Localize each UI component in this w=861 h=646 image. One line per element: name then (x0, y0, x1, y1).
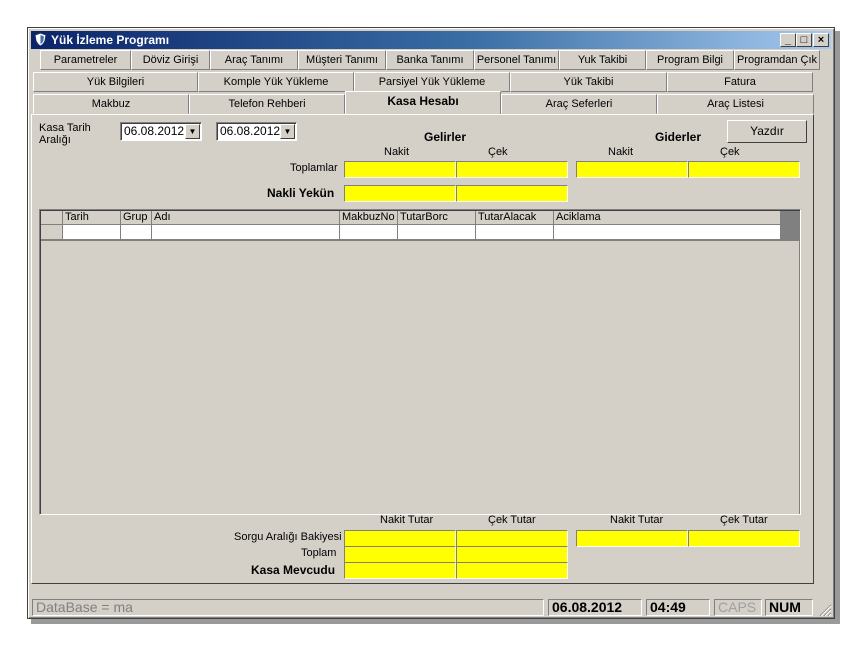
grid-corner (41, 211, 63, 225)
status-caps: CAPS (714, 599, 762, 616)
close-icon: × (817, 34, 825, 46)
window-shadow-bottom (31, 619, 840, 624)
tab-row1-0[interactable]: Yük Bilgileri (33, 72, 198, 92)
income-header: Gelirler (424, 130, 467, 144)
transactions-grid[interactable]: Tarih Grup Adı MakbuzNo TutarBorc TutarA… (39, 209, 801, 515)
grid-header-tutaralacak[interactable]: TutarAlacak (476, 211, 554, 225)
table-cell[interactable] (121, 225, 152, 240)
table-cell[interactable] (63, 225, 121, 240)
tab-row2-2[interactable]: Kasa Hesabı (345, 91, 501, 114)
footer-income-cash-label: Nakit Tutar (380, 514, 434, 526)
table-cell[interactable] (152, 225, 340, 240)
row-indicator[interactable] (41, 225, 63, 240)
period-expense-cash-field[interactable] (576, 530, 688, 547)
expense-header: Giderler (655, 130, 702, 144)
menu-button-4[interactable]: Banka Tanımı (386, 50, 474, 70)
table-cell[interactable] (554, 225, 781, 240)
cash-on-hand-check-field[interactable] (456, 562, 568, 579)
footer-expense-cash-label: Nakit Tutar (610, 514, 664, 526)
maximize-icon: □ (800, 34, 808, 46)
tab-row1-3[interactable]: Yük Takibi (510, 72, 667, 92)
tab-row2-1[interactable]: Telefon Rehberi (189, 94, 345, 114)
period-income-cash-field[interactable] (344, 530, 456, 547)
minimize-button[interactable]: _ (780, 33, 796, 47)
minimize-icon: _ (784, 34, 792, 46)
table-cell[interactable] (476, 225, 554, 240)
expense-cash-label: Nakit (608, 146, 634, 158)
tab-row1-4[interactable]: Fatura (667, 72, 813, 92)
carry-forward-label: Nakli Yekün (267, 186, 335, 200)
total-label: Toplam (301, 547, 337, 559)
menu-button-8[interactable]: Programdan Çık (734, 50, 820, 70)
period-expense-check-field[interactable] (688, 530, 800, 547)
total-cash-field[interactable] (344, 546, 456, 563)
period-balance-label: Sorgu Aralığı Bakiyesi (234, 531, 342, 543)
table-cell[interactable] (398, 225, 476, 240)
tab-row1-1[interactable]: Komple Yük Yükleme (198, 72, 354, 92)
chevron-down-icon[interactable]: ▼ (280, 124, 295, 139)
menu-button-7[interactable]: Program Bilgi (646, 50, 734, 70)
grid-header-tarih[interactable]: Tarih (63, 211, 121, 225)
shield-app-icon (34, 32, 47, 47)
window-shadow-right (835, 31, 840, 623)
main-window: Yük İzleme Programı _ □ × Parametreler Dö… (27, 27, 835, 619)
status-time: 04:49 (646, 599, 710, 616)
date-from-value: 06.08.2012 (124, 124, 185, 138)
menu-button-0[interactable]: Parametreler (40, 50, 131, 70)
status-date: 06.08.2012 (548, 599, 642, 616)
footer-expense-check-label: Çek Tutar (720, 514, 768, 526)
carry-check-field[interactable] (456, 185, 568, 202)
expense-cash-total-field[interactable] (576, 161, 688, 178)
grid-empty-area[interactable] (41, 241, 799, 514)
menu-button-1[interactable]: Döviz Girişi (131, 50, 210, 70)
menu-button-6[interactable]: Yuk Takibi (559, 50, 646, 70)
cash-on-hand-label: Kasa Mevcudu (251, 563, 336, 577)
status-database: DataBase = ma (32, 599, 544, 616)
menu-button-2[interactable]: Araç Tanımı (210, 50, 298, 70)
income-cash-label: Nakit (384, 146, 410, 158)
chevron-down-icon[interactable]: ▼ (185, 124, 200, 139)
date-to-field[interactable]: 06.08.2012 ▼ (216, 122, 297, 141)
menu-button-3[interactable]: Müşteri Tanımı (298, 50, 386, 70)
tab-row2-0[interactable]: Makbuz (33, 94, 189, 114)
window-title: Yük İzleme Programı (51, 33, 170, 47)
period-income-check-field[interactable] (456, 530, 568, 547)
date-from-field[interactable]: 06.08.2012 ▼ (120, 122, 202, 141)
expense-check-label: Çek (720, 146, 740, 158)
close-button[interactable]: × (813, 33, 829, 47)
print-button[interactable]: Yazdır (727, 120, 807, 143)
totals-label: Toplamlar (290, 162, 338, 174)
maximize-button[interactable]: □ (796, 33, 812, 47)
grid-header-makbuzno[interactable]: MakbuzNo (340, 211, 398, 225)
menu-button-5[interactable]: Personel Tanımı (474, 50, 559, 70)
cash-on-hand-cash-field[interactable] (344, 562, 456, 579)
grid-header-aciklama[interactable]: Aciklama (554, 211, 781, 225)
income-check-label: Çek (488, 146, 508, 158)
grid-header-adi[interactable]: Adı (152, 211, 340, 225)
status-num: NUM (765, 599, 813, 616)
income-check-total-field[interactable] (456, 161, 568, 178)
table-cell[interactable] (340, 225, 398, 240)
total-check-field[interactable] (456, 546, 568, 563)
date-to-value: 06.08.2012 (220, 124, 281, 138)
tab-row2-4[interactable]: Araç Listesi (657, 94, 814, 114)
carry-cash-field[interactable] (344, 185, 456, 202)
date-range-label: Kasa Tarih Aralığı (39, 122, 91, 146)
footer-income-check-label: Çek Tutar (488, 514, 536, 526)
expense-check-total-field[interactable] (688, 161, 800, 178)
grid-header-tutarborc[interactable]: TutarBorc (398, 211, 476, 225)
resize-grip-icon[interactable] (818, 603, 832, 617)
tab-row1-2[interactable]: Parsiyel Yük Yükleme (354, 72, 510, 92)
title-bar[interactable]: Yük İzleme Programı _ □ × (31, 31, 831, 49)
grid-header-grup[interactable]: Grup (121, 211, 152, 225)
tab-row2-3[interactable]: Araç Seferleri (501, 94, 657, 114)
income-cash-total-field[interactable] (344, 161, 456, 178)
